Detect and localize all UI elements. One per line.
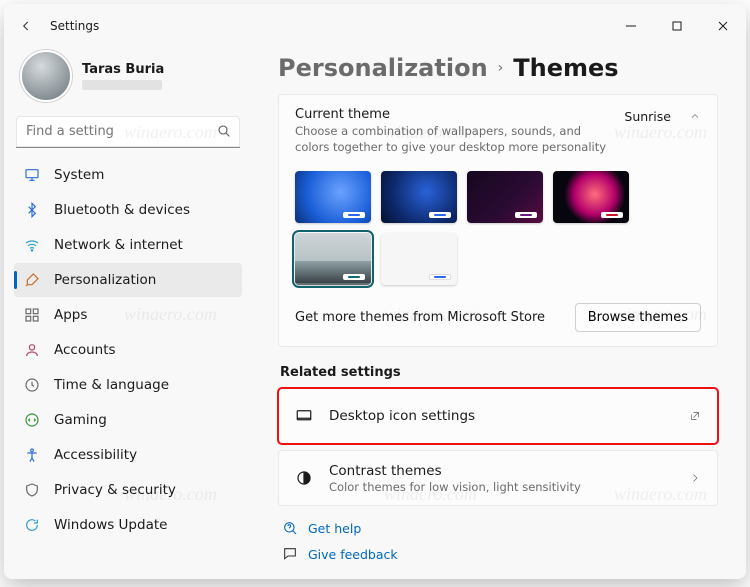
theme-thumb-sunrise[interactable] xyxy=(295,233,371,285)
chevron-up-icon xyxy=(689,107,701,126)
give-feedback-label: Give feedback xyxy=(308,547,398,562)
breadcrumb-parent[interactable]: Personalization xyxy=(278,54,488,82)
nav-bluetooth[interactable]: Bluetooth & devices xyxy=(14,193,242,227)
search-input[interactable] xyxy=(16,116,240,148)
paintbrush-icon xyxy=(24,272,40,288)
browse-themes-button[interactable]: Browse themes xyxy=(575,303,701,332)
give-feedback-link[interactable]: Give feedback xyxy=(282,546,718,562)
apps-icon xyxy=(24,307,40,323)
minimize-button[interactable] xyxy=(608,10,654,42)
nav-label: Personalization xyxy=(54,272,156,288)
open-external-icon xyxy=(689,407,701,426)
search-box[interactable] xyxy=(16,116,240,148)
feedback-icon xyxy=(282,546,298,562)
current-theme-card: Current theme Choose a combination of wa… xyxy=(278,94,718,347)
nav-label: Bluetooth & devices xyxy=(54,202,190,218)
contrast-icon xyxy=(295,469,313,487)
nav-label: Time & language xyxy=(54,377,169,393)
profile-email xyxy=(82,80,162,90)
nav-personalization[interactable]: Personalization xyxy=(14,263,242,297)
search-icon xyxy=(216,123,232,139)
help-icon xyxy=(282,520,298,536)
nav-gaming[interactable]: Gaming xyxy=(14,403,242,437)
avatar xyxy=(20,50,72,102)
chevron-right-icon: › xyxy=(498,60,504,76)
maximize-button[interactable] xyxy=(654,10,700,42)
update-icon xyxy=(24,517,40,533)
nav: System Bluetooth & devices Network & int… xyxy=(14,158,242,542)
window-title: Settings xyxy=(50,19,99,33)
profile-name: Taras Buria xyxy=(82,62,164,77)
titlebar: Settings xyxy=(4,4,746,48)
nav-apps[interactable]: Apps xyxy=(14,298,242,332)
chevron-right-icon xyxy=(689,469,701,488)
nav-label: Accounts xyxy=(54,342,116,358)
contrast-themes-row[interactable]: Contrast themes Color themes for low vis… xyxy=(278,450,718,506)
desktop-icon xyxy=(295,407,313,425)
nav-accounts[interactable]: Accounts xyxy=(14,333,242,367)
wifi-icon xyxy=(24,237,40,253)
clock-icon xyxy=(24,377,40,393)
theme-thumb-flow[interactable] xyxy=(381,233,457,285)
nav-time-language[interactable]: Time & language xyxy=(14,368,242,402)
nav-label: System xyxy=(54,167,104,183)
main-content: Personalization › Themes Current theme C… xyxy=(252,48,746,579)
nav-label: Privacy & security xyxy=(54,482,176,498)
nav-label: Accessibility xyxy=(54,447,137,463)
theme-thumb-captured-motion[interactable] xyxy=(553,171,629,223)
current-theme-header[interactable]: Current theme Choose a combination of wa… xyxy=(279,95,717,157)
store-text: Get more themes from Microsoft Store xyxy=(295,310,545,325)
system-icon xyxy=(24,167,40,183)
gaming-icon xyxy=(24,412,40,428)
nav-network[interactable]: Network & internet xyxy=(14,228,242,262)
accessibility-icon xyxy=(24,447,40,463)
nav-system[interactable]: System xyxy=(14,158,242,192)
sidebar: Taras Buria System Bluetooth & devices xyxy=(4,48,252,579)
theme-thumb-windows-dark[interactable] xyxy=(381,171,457,223)
person-icon xyxy=(24,342,40,358)
get-help-label: Get help xyxy=(308,521,361,536)
current-theme-desc: Choose a combination of wallpapers, soun… xyxy=(295,124,612,155)
nav-label: Apps xyxy=(54,307,87,323)
nav-label: Gaming xyxy=(54,412,107,428)
current-theme-name: Sunrise xyxy=(624,109,671,124)
shield-icon xyxy=(24,482,40,498)
related-settings-title: Related settings xyxy=(280,365,718,380)
get-help-link[interactable]: Get help xyxy=(282,520,718,536)
current-theme-title: Current theme xyxy=(295,107,612,122)
contrast-themes-label: Contrast themes xyxy=(329,463,581,479)
nav-privacy[interactable]: Privacy & security xyxy=(14,473,242,507)
back-button[interactable] xyxy=(10,10,42,42)
nav-label: Network & internet xyxy=(54,237,183,253)
breadcrumb-current: Themes xyxy=(513,54,618,82)
theme-thumb-windows-light[interactable] xyxy=(295,171,371,223)
nav-windows-update[interactable]: Windows Update xyxy=(14,508,242,542)
desktop-icon-settings-row[interactable]: Desktop icon settings xyxy=(278,388,718,444)
settings-window: Settings Taras Buria xyxy=(4,4,746,579)
close-button[interactable] xyxy=(700,10,746,42)
nav-label: Windows Update xyxy=(54,517,167,533)
contrast-themes-desc: Color themes for low vision, light sensi… xyxy=(329,480,581,494)
nav-accessibility[interactable]: Accessibility xyxy=(14,438,242,472)
profile-header[interactable]: Taras Buria xyxy=(14,48,242,116)
theme-grid xyxy=(279,157,717,293)
breadcrumb: Personalization › Themes xyxy=(278,54,718,82)
theme-thumb-glow[interactable] xyxy=(467,171,543,223)
desktop-icon-settings-label: Desktop icon settings xyxy=(329,408,475,424)
bluetooth-icon xyxy=(24,202,40,218)
